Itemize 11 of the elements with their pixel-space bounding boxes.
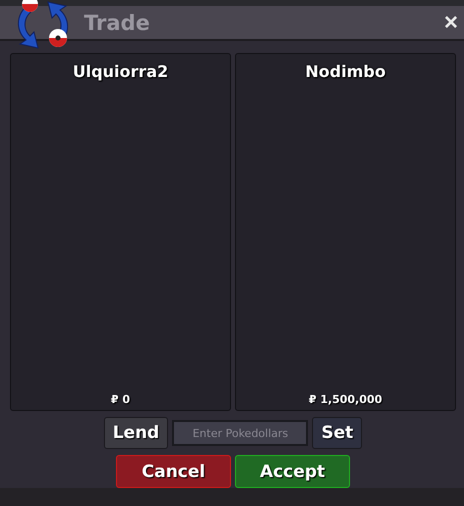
accept-button[interactable]: Accept: [235, 455, 350, 488]
player-name: Nodimbo: [305, 62, 386, 82]
money-amount: ₽ 0: [110, 393, 130, 406]
money-input-field[interactable]: Enter Pokedollars: [172, 420, 308, 446]
money-amount: ₽ 1,500,000: [308, 393, 382, 406]
set-button[interactable]: Set: [312, 417, 362, 450]
cancel-button[interactable]: Cancel: [116, 455, 231, 488]
lend-button[interactable]: Lend: [104, 417, 168, 450]
close-button[interactable]: ×: [444, 10, 458, 35]
player-name: Ulquiorra2: [72, 62, 168, 82]
window-title: Trade: [84, 10, 151, 35]
